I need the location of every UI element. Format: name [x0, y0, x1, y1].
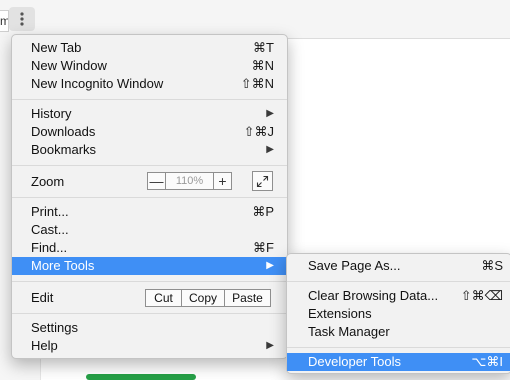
shortcut-label: ⇧⌘J — [243, 124, 274, 139]
fullscreen-button[interactable] — [252, 171, 273, 191]
menu-item-label: Clear Browsing Data... — [308, 288, 439, 303]
minus-icon: — — [149, 173, 164, 189]
menu-item-label: Print... — [31, 204, 69, 219]
menu-item-label: Find... — [31, 240, 68, 255]
submenu-item-extensions[interactable]: Extensions — [287, 305, 510, 323]
page-green-bar — [86, 374, 196, 380]
menu-item-bookmarks[interactable]: Bookmarks ▶ — [12, 141, 287, 159]
submenu-item-clear-browsing-data[interactable]: Clear Browsing Data... ⇧⌘⌫ — [287, 287, 510, 305]
more-tools-submenu: Save Page As... ⌘S Clear Browsing Data..… — [286, 253, 510, 374]
menu-item-label: Zoom — [31, 174, 65, 189]
menu-item-label: Save Page As... — [308, 258, 401, 273]
zoom-value: 110% — [175, 175, 204, 187]
cut-button[interactable]: Cut — [145, 289, 182, 307]
shortcut-label: ⌘T — [253, 40, 274, 55]
menu-item-settings[interactable]: Settings — [12, 319, 287, 337]
menu-item-label: New Incognito Window — [31, 76, 164, 91]
chevron-right-icon: ▶ — [266, 144, 274, 155]
copy-label: Copy — [188, 291, 217, 305]
menu-item-label: History — [31, 106, 72, 121]
menu-item-label: Developer Tools — [308, 354, 401, 369]
shortcut-label: ⌘S — [481, 258, 503, 273]
copy-button[interactable]: Copy — [182, 289, 225, 307]
plus-icon: + — [218, 173, 227, 189]
shortcut-label: ⌥⌘I — [471, 354, 503, 369]
menu-item-label: Bookmarks — [31, 142, 97, 157]
menu-item-label: More Tools — [31, 258, 95, 273]
chevron-right-icon: ▶ — [266, 108, 274, 119]
more-vertical-icon — [20, 12, 24, 26]
menu-item-more-tools[interactable]: More Tools ▶ — [12, 257, 287, 275]
menu-separator — [12, 99, 287, 100]
menu-item-cast[interactable]: Cast... — [12, 221, 287, 239]
menu-item-help[interactable]: Help ▶ — [12, 337, 287, 355]
menu-separator — [287, 347, 510, 348]
menu-item-print[interactable]: Print... ⌘P — [12, 203, 287, 221]
shortcut-label: ⌘P — [252, 204, 274, 219]
menu-item-history[interactable]: History ▶ — [12, 105, 287, 123]
menu-item-downloads[interactable]: Downloads ⇧⌘J — [12, 123, 287, 141]
zoom-in-button[interactable]: + — [213, 172, 232, 190]
menu-item-label: New Window — [31, 58, 107, 73]
chrome-main-menu: New Tab ⌘T New Window ⌘N New Incognito W… — [11, 34, 288, 359]
shortcut-label: ⌘N — [251, 58, 274, 73]
menu-item-label: Help — [31, 338, 58, 353]
tab-fragment-text: ma — [0, 14, 9, 28]
menu-item-find[interactable]: Find... ⌘F — [12, 239, 287, 257]
menu-item-label: Downloads — [31, 124, 96, 139]
shortcut-label: ⌘F — [253, 240, 274, 255]
menu-item-label: Extensions — [308, 306, 372, 321]
menu-separator — [12, 197, 287, 198]
menu-item-label: Task Manager — [308, 324, 390, 339]
menu-item-new-incognito[interactable]: New Incognito Window ⇧⌘N — [12, 75, 287, 93]
zoom-control: — 110% + — [147, 172, 232, 190]
zoom-level: 110% — [166, 172, 213, 190]
chevron-right-icon: ▶ — [266, 340, 274, 351]
shortcut-label: ⇧⌘N — [240, 76, 274, 91]
menu-item-label: Cast... — [31, 222, 69, 237]
fullscreen-icon — [256, 175, 269, 187]
chevron-right-icon: ▶ — [266, 260, 274, 271]
menu-separator — [12, 281, 287, 282]
paste-label: Paste — [232, 291, 263, 305]
paste-button[interactable]: Paste — [225, 289, 271, 307]
menu-item-label: Settings — [31, 320, 78, 335]
menu-item-label: Edit — [31, 290, 54, 305]
submenu-item-save-page[interactable]: Save Page As... ⌘S — [287, 257, 510, 275]
submenu-item-developer-tools[interactable]: Developer Tools ⌥⌘I — [287, 353, 510, 371]
menu-item-new-window[interactable]: New Window ⌘N — [12, 57, 287, 75]
menu-separator — [287, 281, 510, 282]
zoom-out-button[interactable]: — — [147, 172, 166, 190]
menu-separator — [12, 165, 287, 166]
chrome-menu-button[interactable] — [9, 7, 35, 31]
menu-item-new-tab[interactable]: New Tab ⌘T — [12, 39, 287, 57]
cut-label: Cut — [154, 291, 173, 305]
submenu-item-task-manager[interactable]: Task Manager — [287, 323, 510, 341]
menu-item-label: New Tab — [31, 40, 82, 55]
edit-controls: Cut Copy Paste — [145, 289, 271, 307]
menu-separator — [12, 313, 287, 314]
shortcut-label: ⇧⌘⌫ — [460, 288, 503, 303]
tab-fragment: ma — [0, 10, 9, 32]
